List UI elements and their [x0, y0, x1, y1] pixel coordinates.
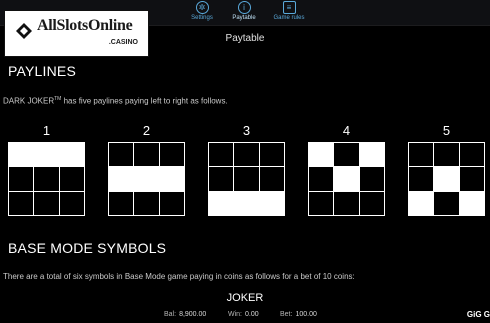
- payline-4: 4: [308, 123, 385, 216]
- payline-2: 2: [108, 123, 185, 216]
- payline-cell: [209, 143, 234, 167]
- payline-cell: [234, 167, 259, 191]
- payline-cell: [109, 191, 134, 215]
- payline-grid: [208, 142, 285, 216]
- bet-label: Bet:: [280, 311, 293, 318]
- payline-cell-active: [109, 167, 134, 191]
- rules-icon: ≡: [282, 1, 296, 14]
- payline-grid: [408, 142, 485, 216]
- page-title: Paytable: [225, 33, 265, 44]
- gear-icon: ✲: [195, 1, 209, 14]
- payline-number: 5: [442, 123, 451, 138]
- payline-cell: [159, 191, 184, 215]
- payline-number: 4: [342, 123, 351, 138]
- payline-cell-active: [459, 191, 484, 215]
- payline-cell: [34, 191, 59, 215]
- payline-cell: [459, 143, 484, 167]
- payline-cell: [159, 143, 184, 167]
- payline-cell: [334, 143, 359, 167]
- payline-cell-active: [309, 143, 334, 167]
- payline-cell-active: [409, 191, 434, 215]
- brand-logo: GiG G: [466, 310, 490, 319]
- payline-cell: [309, 191, 334, 215]
- payline-cell: [359, 167, 384, 191]
- payline-cell: [409, 167, 434, 191]
- bet-readout: Bet: 100.00: [280, 311, 317, 318]
- win-label: Win:: [228, 311, 242, 318]
- nav-label-game-rules: Game rules: [273, 15, 305, 21]
- status-bar: Bal: 8,900.00 Win: 0.00 Bet: 100.00 GiG G: [0, 308, 490, 323]
- balance-readout: Bal: 8,900.00: [164, 311, 206, 318]
- payline-5: 5: [408, 123, 485, 216]
- win-readout: Win: 0.00: [228, 311, 259, 318]
- base-mode-heading: BASE MODE SYMBOLS: [8, 240, 167, 256]
- payline-number: 2: [142, 123, 151, 138]
- balance-label: Bal:: [164, 311, 177, 318]
- payline-grid: [108, 142, 185, 216]
- payline-cell: [334, 191, 359, 215]
- paylines-intro: DARK JOKERTM has five paylines paying le…: [3, 96, 228, 106]
- payline-grid: [308, 142, 385, 216]
- payline-number: 1: [42, 123, 51, 138]
- info-icon: i: [237, 1, 251, 14]
- payline-cell: [409, 143, 434, 167]
- payline-cell: [34, 167, 59, 191]
- payline-cell: [259, 167, 284, 191]
- payline-grid: [8, 142, 85, 216]
- payline-cell-active: [134, 167, 159, 191]
- game-name: DARK JOKER: [3, 96, 55, 106]
- paylines-intro-text: has five paylines paying left to right a…: [61, 96, 228, 106]
- symbol-name: JOKER: [226, 292, 264, 304]
- win-value: 0.00: [245, 311, 259, 318]
- payline-3: 3: [208, 123, 285, 216]
- payline-cell-active: [209, 191, 234, 215]
- base-mode-intro: There are a total of six symbols in Base…: [3, 272, 355, 281]
- payline-cell: [209, 167, 234, 191]
- payline-cell: [134, 143, 159, 167]
- payline-cell-active: [234, 191, 259, 215]
- payline-cell: [359, 191, 384, 215]
- payline-cell-active: [34, 143, 59, 167]
- payline-cell: [309, 167, 334, 191]
- bet-value: 100.00: [295, 311, 317, 318]
- payline-1: 1: [8, 123, 85, 216]
- payline-cell-active: [59, 143, 84, 167]
- payline-cell-active: [359, 143, 384, 167]
- payline-cell: [434, 143, 459, 167]
- payline-cell: [134, 191, 159, 215]
- paylines-heading: PAYLINES: [8, 63, 76, 79]
- payline-cell: [459, 167, 484, 191]
- payline-cell: [9, 191, 34, 215]
- payline-cell: [9, 167, 34, 191]
- payline-number: 3: [242, 123, 251, 138]
- payline-cell-active: [9, 143, 34, 167]
- payline-cell: [434, 191, 459, 215]
- payline-cell: [59, 191, 84, 215]
- payline-cell-active: [434, 167, 459, 191]
- balance-value: 8,900.00: [179, 311, 207, 318]
- payline-cell-active: [159, 167, 184, 191]
- nav-item-game-rules[interactable]: ≡ Game rules: [259, 1, 319, 21]
- payline-cell: [259, 143, 284, 167]
- payline-cell-active: [259, 191, 284, 215]
- payline-cell: [234, 143, 259, 167]
- payline-cell: [59, 167, 84, 191]
- payline-cell-active: [334, 167, 359, 191]
- payline-cell: [109, 143, 134, 167]
